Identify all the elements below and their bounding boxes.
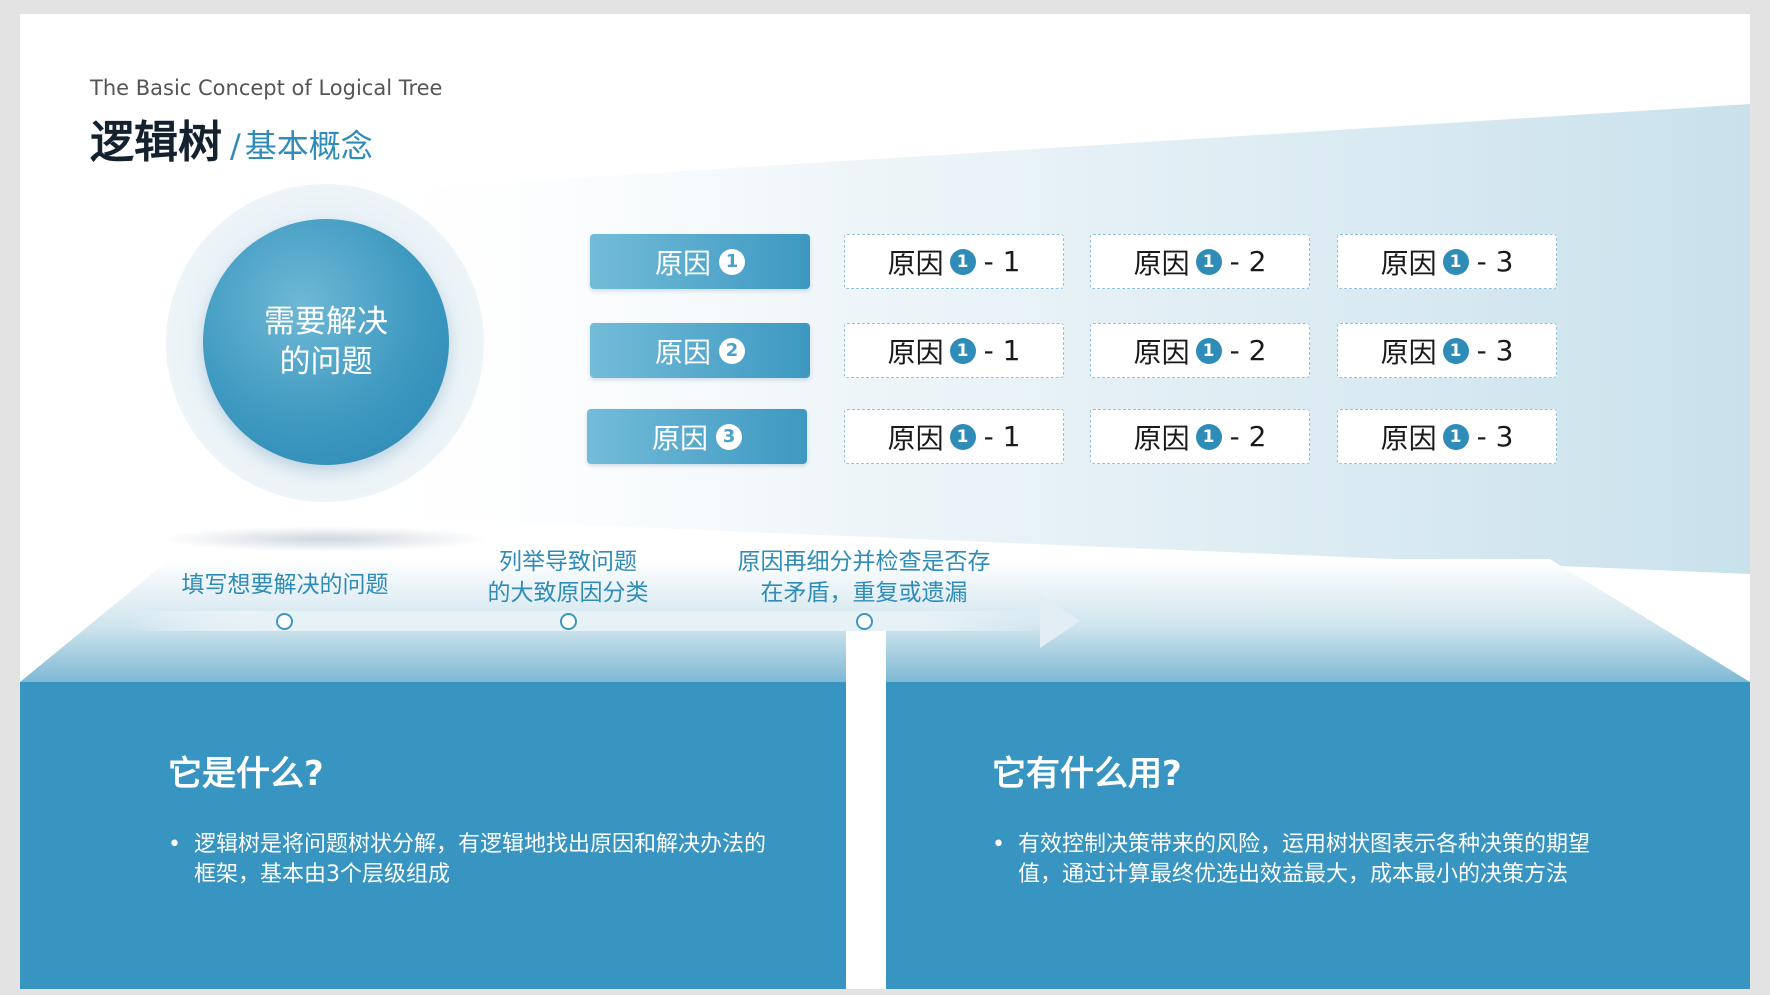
step-3-label: 原因再细分并检查是否存 在矛盾，重复或遗漏 — [724, 547, 1004, 609]
cause-label: 原因 — [654, 246, 711, 280]
progress-track — [130, 611, 1060, 631]
subcause-box[interactable]: 原因 1 - 3 — [1337, 234, 1557, 289]
step-1-marker — [276, 613, 293, 630]
panel-divider — [846, 631, 886, 989]
cause-1[interactable]: 原因 1 — [590, 234, 810, 289]
subcause-box[interactable]: 原因 1 - 1 — [844, 234, 1064, 289]
number-badge-icon: 1 — [1442, 423, 1469, 450]
subcause-box[interactable]: 原因 1 - 2 — [1090, 323, 1310, 378]
subcause-label: 原因 — [1380, 421, 1437, 455]
subcause-label: 原因 — [1380, 335, 1437, 369]
subcause-suffix: - 1 — [983, 245, 1021, 278]
page-title: 逻辑树 — [90, 117, 222, 168]
panel-right-body: 有效控制决策带来的风险，运用树状图表示各种决策的期望值，通过计算最终优选出效益最… — [1018, 832, 1591, 887]
title-separator: / — [230, 127, 241, 165]
number-badge-icon: 1 — [1442, 337, 1469, 364]
number-badge-icon: 1 — [1195, 248, 1222, 275]
subcause-label: 原因 — [1133, 246, 1190, 280]
step-line: 列举导致问题 — [499, 549, 637, 575]
panel-left-text: • 逻辑树是将问题树状分解，有逻辑地找出原因和解决办法的框架，基本由3个层级组成 — [168, 830, 784, 890]
panel-left-body: 逻辑树是将问题树状分解，有逻辑地找出原因和解决办法的框架，基本由3个层级组成 — [194, 832, 767, 887]
subcause-box[interactable]: 原因 1 - 1 — [844, 323, 1064, 378]
step-line: 原因再细分并检查是否存 — [737, 549, 991, 575]
subcause-suffix: - 3 — [1476, 420, 1514, 453]
subcause-suffix: - 2 — [1229, 245, 1267, 278]
page-subtitle: 基本概念 — [244, 127, 373, 165]
step-2-marker — [560, 613, 577, 630]
step-line: 的大致原因分类 — [487, 580, 649, 606]
subcause-label: 原因 — [887, 246, 944, 280]
number-badge-icon: 1 — [949, 337, 976, 364]
subcause-box[interactable]: 原因 1 - 1 — [844, 409, 1064, 464]
subcause-suffix: - 2 — [1229, 334, 1267, 367]
subcause-suffix: - 3 — [1476, 334, 1514, 367]
problem-text: 需要解决的问题 — [264, 304, 388, 380]
subtitle-english: The Basic Concept of Logical Tree — [90, 76, 443, 100]
subcause-label: 原因 — [887, 335, 944, 369]
subcause-suffix: - 1 — [983, 420, 1021, 453]
subcause-box[interactable]: 原因 1 - 2 — [1090, 234, 1310, 289]
subcause-label: 原因 — [1133, 335, 1190, 369]
step-line: 填写想要解决的问题 — [181, 572, 389, 598]
number-badge-icon: 1 — [719, 248, 745, 275]
number-badge-icon: 1 — [949, 248, 976, 275]
panel-left-title: 它是什么? — [168, 754, 324, 794]
problem-circle: 需要解决的问题 — [203, 219, 449, 465]
step-line: 在矛盾，重复或遗漏 — [760, 580, 968, 606]
subcause-label: 原因 — [1133, 421, 1190, 455]
number-badge-icon: 1 — [1442, 248, 1469, 275]
bullet-icon: • — [168, 832, 181, 857]
panel-right-text: • 有效控制决策带来的风险，运用树状图表示各种决策的期望值，通过计算最终优选出效… — [992, 830, 1618, 890]
cause-3[interactable]: 原因 3 — [587, 409, 807, 464]
subcause-suffix: - 2 — [1229, 420, 1267, 453]
number-badge-icon: 2 — [719, 337, 745, 364]
cause-2[interactable]: 原因 2 — [590, 323, 810, 378]
cause-label: 原因 — [651, 421, 708, 455]
subcause-box[interactable]: 原因 1 - 2 — [1090, 409, 1310, 464]
bullet-icon: • — [992, 832, 1005, 857]
subcause-box[interactable]: 原因 1 - 3 — [1337, 409, 1557, 464]
number-badge-icon: 3 — [716, 423, 742, 450]
panel-right-title: 它有什么用? — [992, 754, 1182, 794]
subcause-label: 原因 — [1380, 246, 1437, 280]
number-badge-icon: 1 — [949, 423, 976, 450]
number-badge-icon: 1 — [1195, 423, 1222, 450]
title-row: 逻辑树 / 基本概念 — [90, 106, 373, 170]
number-badge-icon: 1 — [1195, 337, 1222, 364]
subcause-box[interactable]: 原因 1 - 3 — [1337, 323, 1557, 378]
subcause-suffix: - 3 — [1476, 245, 1514, 278]
step-3-marker — [856, 613, 873, 630]
slide: The Basic Concept of Logical Tree 逻辑树 / 基本… — [20, 14, 1750, 989]
step-1-label: 填写想要解决的问题 — [165, 570, 405, 601]
problem-circle-shadow — [160, 526, 490, 552]
cause-label: 原因 — [654, 335, 711, 369]
subcause-label: 原因 — [887, 421, 944, 455]
step-2-label: 列举导致问题 的大致原因分类 — [458, 547, 678, 609]
subcause-suffix: - 1 — [983, 334, 1021, 367]
